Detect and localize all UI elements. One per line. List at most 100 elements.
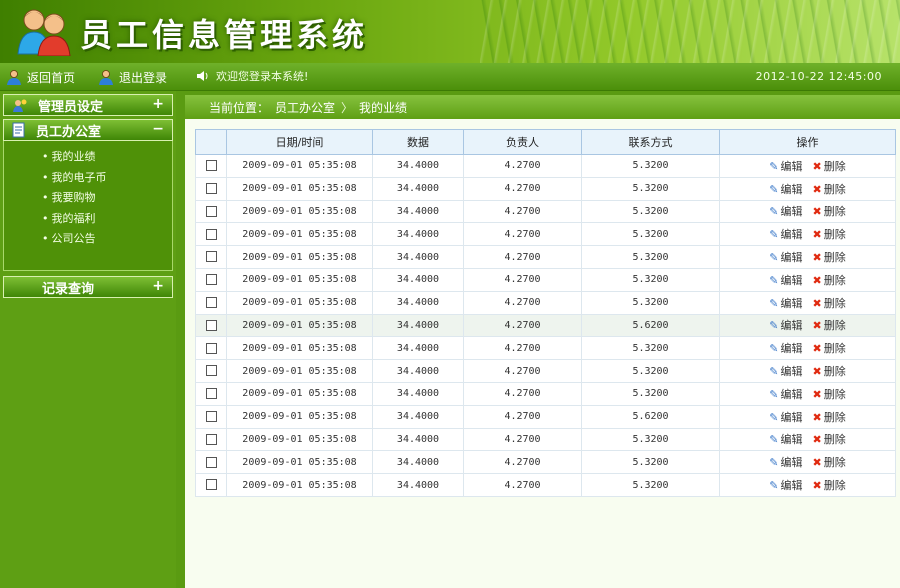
delete-button[interactable]: ✖ 删除 <box>803 160 846 173</box>
cell-owner: 4.2700 <box>463 313 582 338</box>
table-row[interactable]: 2009-09-01 05:35:08 34.4000 4.2700 5.3200 ✎ 编… <box>195 245 896 269</box>
edit-button[interactable]: ✎ 编辑 <box>769 411 802 424</box>
row-checkbox[interactable] <box>205 228 217 240</box>
table-row[interactable]: 2009-09-01 05:35:08 34.4000 4.2700 5.3200 ✎ 编… <box>195 336 896 361</box>
table-row[interactable]: 2009-09-01 05:35:08 34.4000 4.2700 5.3200 ✎ 编… <box>195 427 896 452</box>
sidebar-group-record-query[interactable]: 记录查询 + <box>3 276 173 298</box>
expand-toggle[interactable]: + <box>152 278 164 294</box>
pencil-icon: ✎ <box>769 479 779 493</box>
cell-owner: 4.2700 <box>463 154 582 178</box>
table-row[interactable]: 2009-09-01 05:35:08 34.4000 4.2700 5.3200 ✎ 编… <box>195 381 896 406</box>
logout-button[interactable]: 退出登录 <box>98 68 167 86</box>
cell-contact: 5.3200 <box>581 267 720 292</box>
delete-button[interactable]: ✖ 删除 <box>803 319 846 332</box>
edit-button[interactable]: ✎ 编辑 <box>769 433 802 446</box>
sidebar-item-my-benefits[interactable]: • 我的福利 <box>4 209 172 230</box>
delete-x-icon: ✖ <box>812 456 822 470</box>
column-header-data[interactable]: 数据 <box>372 129 464 155</box>
row-checkbox[interactable] <box>205 205 217 217</box>
table-row[interactable]: 2009-09-01 05:35:08 34.4000 4.2700 5.3200 ✎ 编… <box>195 267 896 292</box>
table-row[interactable]: 2009-09-01 05:35:08 34.4000 4.2700 5.3200 ✎ 编… <box>195 450 896 475</box>
table-row[interactable]: 2009-09-01 05:35:08 34.4000 4.2700 5.3200 ✎ 编… <box>195 473 896 497</box>
edit-button[interactable]: ✎ 编辑 <box>769 297 802 310</box>
edit-button[interactable]: ✎ 编辑 <box>769 479 802 492</box>
collapse-toggle[interactable]: − <box>152 121 164 137</box>
table-row[interactable]: 2009-09-01 05:35:08 34.4000 4.2700 5.3200 ✎ 编… <box>195 222 896 247</box>
row-checkbox[interactable] <box>205 319 217 331</box>
sidebar-item-shopping[interactable]: • 我要购物 <box>4 188 172 209</box>
row-checkbox[interactable] <box>205 342 217 354</box>
logout-button-label: 退出登录 <box>119 70 168 85</box>
edit-button[interactable]: ✎ 编辑 <box>769 342 802 355</box>
delete-button[interactable]: ✖ 删除 <box>803 205 846 218</box>
row-checkbox[interactable] <box>205 433 217 445</box>
row-checkbox[interactable] <box>205 296 217 308</box>
row-checkbox[interactable] <box>205 160 217 172</box>
sidebar-item-my-performance[interactable]: • 我的业绩 <box>4 147 172 168</box>
row-checkbox[interactable] <box>205 365 217 377</box>
row-select-cell <box>195 450 227 475</box>
edit-button[interactable]: ✎ 编辑 <box>769 205 802 218</box>
delete-button[interactable]: ✖ 删除 <box>803 183 846 196</box>
cell-contact: 5.3200 <box>581 450 720 475</box>
delete-button[interactable]: ✖ 删除 <box>803 228 846 241</box>
delete-x-icon: ✖ <box>812 296 822 310</box>
delete-button[interactable]: ✖ 删除 <box>803 433 846 446</box>
delete-button[interactable]: ✖ 删除 <box>803 365 846 378</box>
table-row[interactable]: 2009-09-01 05:35:08 34.4000 4.2700 5.3200 ✎ 编… <box>195 176 896 201</box>
edit-button[interactable]: ✎ 编辑 <box>769 388 802 401</box>
delete-button[interactable]: ✖ 删除 <box>803 251 846 264</box>
cell-owner: 4.2700 <box>463 404 582 429</box>
cell-datetime: 2009-09-01 05:35:08 <box>226 245 373 269</box>
sidebar-item-my-e-currency[interactable]: • 我的电子币 <box>4 168 172 189</box>
edit-button[interactable]: ✎ 编辑 <box>769 251 802 264</box>
table-row[interactable]: 2009-09-01 05:35:08 34.4000 4.2700 5.3200 ✎ 编… <box>195 290 896 315</box>
expand-toggle[interactable]: + <box>152 96 164 112</box>
delete-button[interactable]: ✖ 删除 <box>803 411 846 424</box>
delete-button[interactable]: ✖ 删除 <box>803 342 846 355</box>
cell-owner: 4.2700 <box>463 427 582 452</box>
delete-button[interactable]: ✖ 删除 <box>803 456 846 469</box>
edit-button[interactable]: ✎ 编辑 <box>769 456 802 469</box>
performance-table: 日期/时间 数据 负责人 联系方式 操作 2009-09-01 05:35:08… <box>195 129 896 497</box>
sidebar-group-admin-settings[interactable]: 管理员设定 + <box>3 94 173 116</box>
delete-button[interactable]: ✖ 删除 <box>803 297 846 310</box>
table-row[interactable]: 2009-09-01 05:35:08 34.4000 4.2700 5.3200 ✎ 编… <box>195 359 896 383</box>
column-header-owner[interactable]: 负责人 <box>463 129 582 155</box>
cell-data: 34.4000 <box>372 222 464 247</box>
edit-button[interactable]: ✎ 编辑 <box>769 160 802 173</box>
column-header-datetime[interactable]: 日期/时间 <box>226 129 373 155</box>
sidebar-item-announcements[interactable]: • 公司公告 <box>4 229 172 250</box>
row-select-cell <box>195 404 227 429</box>
pencil-icon: ✎ <box>769 159 779 173</box>
table-row[interactable]: 2009-09-01 05:35:08 34.4000 4.2700 5.6200 ✎ 编… <box>195 404 896 429</box>
row-checkbox[interactable] <box>205 274 217 286</box>
delete-button[interactable]: ✖ 删除 <box>803 274 846 287</box>
pencil-icon: ✎ <box>769 433 779 447</box>
column-header-contact[interactable]: 联系方式 <box>581 129 720 155</box>
home-button[interactable]: 返回首页 <box>6 68 75 86</box>
row-checkbox[interactable] <box>205 251 217 263</box>
admin-settings-icon <box>13 99 27 112</box>
delete-button[interactable]: ✖ 删除 <box>803 479 846 492</box>
edit-label: 编辑 <box>780 410 803 424</box>
sidebar-group-staff-office[interactable]: 员工办公室 − <box>3 119 173 141</box>
cell-owner: 4.2700 <box>463 359 582 383</box>
edit-button[interactable]: ✎ 编辑 <box>769 274 802 287</box>
row-checkbox[interactable] <box>205 410 217 422</box>
row-checkbox[interactable] <box>205 182 217 194</box>
edit-button[interactable]: ✎ 编辑 <box>769 365 802 378</box>
table-row[interactable]: 2009-09-01 05:35:08 34.4000 4.2700 5.3200 ✎ 编… <box>195 154 896 178</box>
table-row[interactable]: 2009-09-01 05:35:08 34.4000 4.2700 5.6200 ✎ 编… <box>195 313 896 338</box>
edit-button[interactable]: ✎ 编辑 <box>769 183 802 196</box>
edit-button[interactable]: ✎ 编辑 <box>769 228 802 241</box>
row-checkbox[interactable] <box>205 479 217 491</box>
cell-datetime: 2009-09-01 05:35:08 <box>226 267 373 292</box>
delete-x-icon: ✖ <box>812 273 822 287</box>
delete-button[interactable]: ✖ 删除 <box>803 388 846 401</box>
row-checkbox[interactable] <box>205 388 217 400</box>
edit-button[interactable]: ✎ 编辑 <box>769 319 802 332</box>
row-checkbox[interactable] <box>205 456 217 468</box>
table-row[interactable]: 2009-09-01 05:35:08 34.4000 4.2700 5.3200 ✎ 编… <box>195 199 896 224</box>
breadcrumb-section[interactable]: 员工办公室 <box>275 99 335 116</box>
